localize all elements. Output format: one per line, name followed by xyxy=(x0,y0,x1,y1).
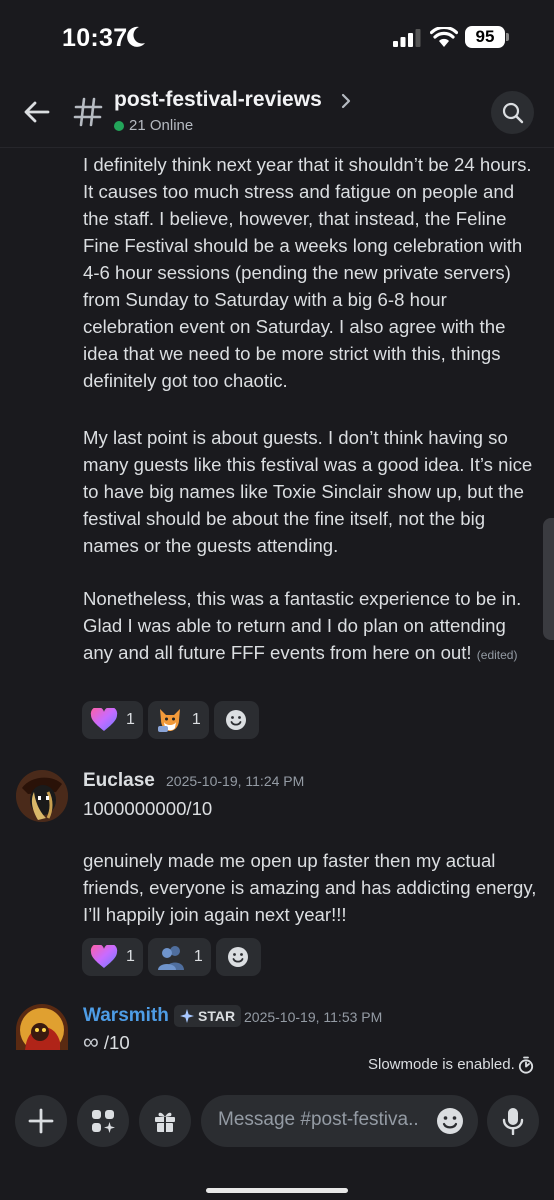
message-author[interactable]: Euclase xyxy=(83,770,155,792)
battery-level: 95 xyxy=(465,26,505,48)
battery-tip xyxy=(506,33,509,41)
reaction-bar: 1 1 xyxy=(82,938,261,976)
message-input[interactable]: Message #post-festiva.. xyxy=(201,1095,478,1147)
message-paragraph: genuinely made me open up faster then my… xyxy=(83,850,537,925)
chevron-right-icon[interactable] xyxy=(340,92,352,110)
stopwatch-icon xyxy=(518,1056,534,1074)
message-text: Nonetheless, this was a fantastic experi… xyxy=(83,588,522,663)
reaction-count: 1 xyxy=(191,711,201,728)
server-tag[interactable]: STAR xyxy=(174,1005,242,1027)
smiley-icon xyxy=(226,710,247,730)
infinity-emoji: ∞ xyxy=(83,1029,99,1052)
composer-bar: Message #post-festiva.. xyxy=(0,1080,554,1200)
people-emoji-icon xyxy=(157,946,184,970)
attach-button[interactable] xyxy=(15,1095,67,1147)
voice-message-button[interactable] xyxy=(487,1095,539,1147)
avatar[interactable] xyxy=(16,1004,68,1050)
channel-hash-icon xyxy=(73,97,103,127)
reaction-heart[interactable]: 1 xyxy=(82,701,143,739)
reaction-people[interactable]: 1 xyxy=(147,938,211,976)
back-arrow-icon[interactable] xyxy=(20,96,52,128)
apps-grid-icon xyxy=(92,1110,115,1133)
message-paragraph: ∞ /10 xyxy=(83,1028,538,1052)
message-timestamp: 2025-10-19, 11:53 PM xyxy=(244,1009,383,1025)
channel-header: post-festival-reviews 21 Online xyxy=(0,72,554,148)
reaction-heart[interactable]: 1 xyxy=(82,938,143,976)
wifi-icon xyxy=(430,27,458,47)
clock: 10:37 xyxy=(62,24,128,52)
moon-icon xyxy=(127,26,145,47)
user-avatar-image xyxy=(16,1004,68,1050)
heart-emoji-icon xyxy=(90,708,118,731)
add-reaction-button[interactable] xyxy=(215,938,261,976)
edited-label: (edited) xyxy=(476,648,518,662)
plus-icon xyxy=(28,1108,54,1134)
slowmode-notice: Slowmode is enabled. xyxy=(368,1056,515,1073)
scrollbar-handle[interactable] xyxy=(543,518,554,640)
reaction-bar: 1 1 xyxy=(82,701,259,739)
reaction-fox[interactable]: 1 xyxy=(147,701,209,739)
apps-button[interactable] xyxy=(77,1095,129,1147)
gift-button[interactable] xyxy=(139,1095,191,1147)
reaction-count: 1 xyxy=(126,948,135,965)
reaction-count: 1 xyxy=(193,948,203,965)
search-button[interactable] xyxy=(491,91,534,134)
add-reaction-button[interactable] xyxy=(213,701,259,739)
message-text: /10 xyxy=(103,1032,130,1052)
sparkle-icon xyxy=(180,1009,194,1023)
channel-title[interactable]: post-festival-reviews xyxy=(114,88,322,112)
avatar[interactable] xyxy=(16,770,68,822)
online-count: 21 Online xyxy=(129,117,194,134)
status-bar: 10:37 95 xyxy=(0,0,554,72)
message-timestamp: 2025-10-19, 11:24 PM xyxy=(166,773,305,789)
heart-emoji-icon xyxy=(90,945,118,968)
online-status-dot xyxy=(114,121,124,131)
emoji-picker-icon[interactable] xyxy=(435,1106,465,1136)
smiley-icon xyxy=(228,947,249,967)
message-input-placeholder: Message #post-festiva.. xyxy=(218,1109,419,1130)
user-avatar-image xyxy=(16,770,68,822)
fox-sticker-icon xyxy=(157,709,180,732)
message-paragraph: I definitely think next year that it sho… xyxy=(83,154,532,391)
home-indicator xyxy=(206,1188,348,1193)
gift-icon xyxy=(155,1112,175,1132)
message-paragraph: My last point is about guests. I don’t t… xyxy=(83,427,533,556)
reaction-count: 1 xyxy=(126,711,135,728)
message-paragraph: 1000000000/10 xyxy=(83,798,213,819)
message-paragraph: Nonetheless, this was a fantastic experi… xyxy=(83,585,538,669)
message-author[interactable]: Warsmith xyxy=(83,1005,169,1027)
cellular-signal-icon xyxy=(393,29,421,47)
server-tag-label: STAR xyxy=(198,1008,236,1024)
search-icon xyxy=(502,102,524,124)
microphone-icon xyxy=(502,1108,524,1135)
